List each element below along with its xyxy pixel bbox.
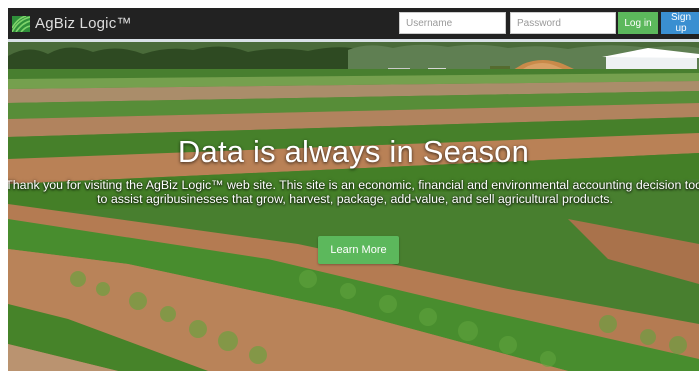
learn-more-button[interactable]: Learn More <box>318 236 399 264</box>
hero-description: Thank you for visiting the AgBiz Logic™ … <box>8 178 699 206</box>
agbiz-leaf-logo-icon <box>12 15 30 32</box>
brand-name: AgBiz Logic™ <box>35 15 132 32</box>
hero-headline: Data is always in Season <box>177 134 530 169</box>
password-input[interactable] <box>510 12 616 34</box>
username-input[interactable] <box>399 12 506 34</box>
top-navbar: AgBiz Logic™ Log in Sign up <box>8 8 699 39</box>
brand[interactable]: AgBiz Logic™ <box>12 13 132 34</box>
login-button[interactable]: Log in <box>618 12 658 34</box>
signup-button[interactable]: Sign up <box>661 12 699 34</box>
hero-field-image <box>8 69 699 371</box>
page-frame: AgBiz Logic™ Log in Sign up <box>8 8 699 371</box>
